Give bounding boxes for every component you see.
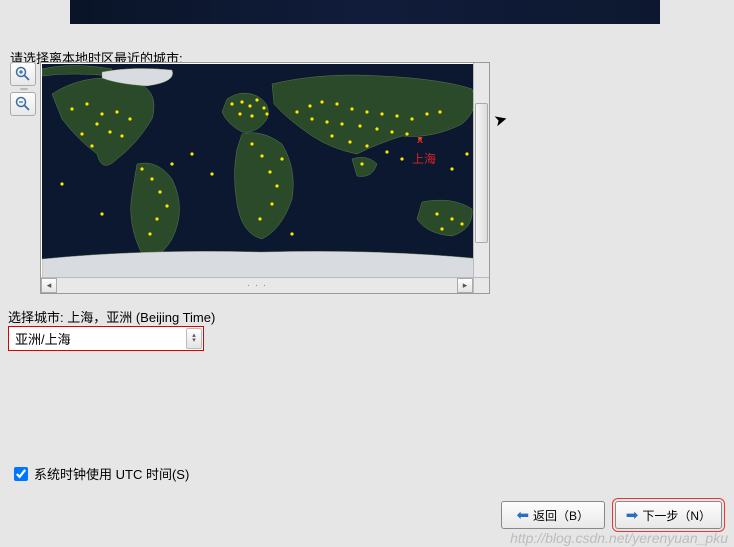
back-button[interactable]: ⬅ 返回（B）: [501, 501, 605, 529]
next-button[interactable]: ➡ 下一步（N）: [615, 501, 722, 529]
combobox-toggle[interactable]: ▴▾: [186, 328, 202, 349]
selected-city-description: 选择城市: 上海，亚洲 (Beijing Time): [8, 307, 215, 326]
arrow-left-icon: ⬅: [516, 506, 529, 524]
cursor-icon: ➤: [492, 109, 510, 132]
zoom-slider[interactable]: [20, 88, 28, 90]
utc-checkbox-label: 系统时钟使用 UTC 时间(S): [34, 464, 189, 483]
selected-city-label: 上海: [412, 150, 436, 167]
watermark: http://blog.csdn.net/yerenyuan_pku: [510, 530, 728, 546]
zoom-controls: [10, 62, 38, 116]
header-banner: [70, 0, 660, 24]
world-map[interactable]: x 上海 ◂ · · · ▸: [40, 62, 490, 294]
vertical-scrollbar[interactable]: [473, 63, 489, 279]
map-canvas[interactable]: x 上海: [42, 64, 482, 278]
zoom-in-button[interactable]: [10, 62, 36, 86]
selected-city-marker: x: [417, 134, 423, 146]
timezone-combobox[interactable]: 亚洲/上海 ▴▾: [8, 326, 204, 351]
zoom-in-icon: [15, 66, 31, 82]
utc-checkbox-row[interactable]: 系统时钟使用 UTC 时间(S): [14, 464, 189, 483]
scroll-corner: [473, 277, 489, 293]
chevron-down-icon: ▾: [192, 339, 196, 344]
nav-buttons: ⬅ 返回（B） ➡ 下一步（N）: [501, 501, 722, 529]
utc-checkbox[interactable]: [14, 467, 28, 481]
timezone-value: 亚洲/上海: [15, 329, 71, 348]
horizontal-scrollbar[interactable]: ◂ · · · ▸: [41, 277, 473, 293]
scroll-left-button[interactable]: ◂: [41, 278, 57, 293]
zoom-out-button[interactable]: [10, 92, 36, 116]
back-button-label: 返回（B）: [533, 507, 589, 524]
arrow-right-icon: ➡: [626, 506, 639, 524]
scroll-right-button[interactable]: ▸: [457, 278, 473, 293]
next-button-label: 下一步（N）: [642, 507, 711, 524]
zoom-out-icon: [15, 96, 31, 112]
